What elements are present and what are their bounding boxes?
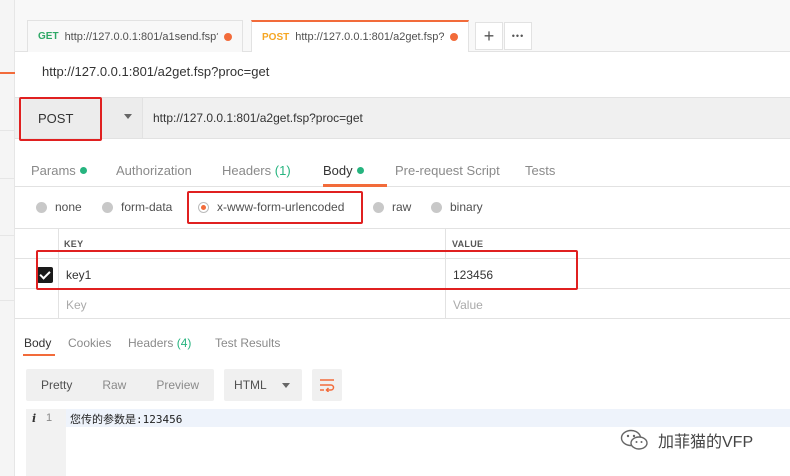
radio-none[interactable]: none bbox=[36, 200, 82, 214]
language-select-value: HTML bbox=[234, 378, 267, 392]
radio-label: raw bbox=[392, 200, 412, 214]
line-number: 1 bbox=[46, 412, 53, 424]
tab-headers-label: Headers bbox=[222, 163, 272, 178]
radio-label: form-data bbox=[121, 200, 173, 214]
wrap-lines-button[interactable] bbox=[312, 369, 343, 401]
tab-method: GET bbox=[38, 31, 59, 42]
table-row-new: Key Value bbox=[15, 289, 790, 319]
more-icon: ••• bbox=[511, 31, 525, 41]
sidebar-edge bbox=[0, 0, 15, 476]
resp-tab-body[interactable]: Body bbox=[24, 336, 51, 350]
format-group: Pretty Raw Preview bbox=[26, 369, 215, 401]
tab-body-label: Body bbox=[323, 163, 353, 178]
preview-button[interactable]: Preview bbox=[141, 369, 214, 401]
radio-selected-icon bbox=[198, 201, 209, 213]
row-enabled-checkbox[interactable] bbox=[37, 267, 53, 283]
chevron-down-icon bbox=[282, 383, 291, 388]
request-title: http://127.0.0.1:801/a2get.fsp?proc=get bbox=[42, 64, 270, 79]
tab-params[interactable]: Params bbox=[31, 163, 87, 178]
language-select[interactable]: HTML bbox=[224, 369, 303, 401]
radio-binary[interactable]: binary bbox=[431, 200, 483, 214]
table-row: key1 123456 bbox=[15, 259, 790, 289]
raw-button[interactable]: Raw bbox=[87, 369, 141, 401]
radio-label: none bbox=[55, 200, 82, 214]
resp-tab-test-results[interactable]: Test Results bbox=[215, 336, 280, 350]
tab-url: http://127.0.0.1:801/a2get.fsp?p bbox=[295, 31, 444, 43]
watermark-text: 加菲猫的VFP bbox=[658, 434, 754, 451]
radio-circle-icon bbox=[102, 201, 113, 213]
column-header-value: VALUE bbox=[452, 239, 484, 249]
body-type-options: none form-data x-www-form-urlencoded raw… bbox=[15, 196, 790, 222]
response-text: 您传的参数是:123456 bbox=[70, 413, 183, 426]
value-placeholder-input[interactable]: Value bbox=[453, 298, 483, 312]
radio-form-data[interactable]: form-data bbox=[102, 200, 172, 214]
sidebar-active-indicator bbox=[0, 72, 15, 74]
tab-headers[interactable]: Headers (1) bbox=[222, 163, 291, 178]
indicator-dot-icon bbox=[356, 167, 364, 174]
radio-circle-icon bbox=[373, 201, 384, 213]
active-tab-underline bbox=[323, 184, 387, 187]
chevron-down-icon bbox=[124, 114, 132, 119]
unsaved-dot-icon bbox=[450, 33, 458, 41]
response-tabs: Body Cookies Headers (4) Test Results bbox=[15, 330, 790, 356]
column-divider bbox=[445, 229, 446, 319]
response-toolbar: Pretty Raw Preview HTML bbox=[26, 369, 343, 401]
editor-gutter: i 1 bbox=[26, 409, 66, 476]
method-select-value: POST bbox=[38, 110, 74, 126]
tab-method: POST bbox=[262, 31, 290, 43]
sidebar-divider bbox=[0, 235, 15, 236]
resp-tab-headers-count: (4) bbox=[176, 336, 192, 350]
unsaved-dot-icon bbox=[224, 32, 232, 41]
request-tab-get[interactable]: GET http://127.0.0.1:801/a1send.fsp? bbox=[27, 20, 243, 52]
sidebar-divider bbox=[0, 178, 15, 179]
tab-tests[interactable]: Tests bbox=[525, 163, 555, 178]
info-icon: i bbox=[32, 412, 37, 425]
radio-circle-icon bbox=[431, 201, 442, 213]
wechat-icon bbox=[620, 429, 648, 450]
radio-label: x-www-form-urlencoded bbox=[217, 200, 345, 214]
tab-params-label: Params bbox=[31, 163, 76, 178]
resp-tab-headers[interactable]: Headers (4) bbox=[128, 336, 191, 350]
radio-raw[interactable]: raw bbox=[373, 200, 411, 214]
value-input[interactable]: 123456 bbox=[453, 268, 493, 282]
table-header: KEY VALUE bbox=[15, 229, 790, 259]
wrap-lines-icon bbox=[320, 379, 335, 392]
radio-label: binary bbox=[450, 200, 483, 214]
method-select[interactable]: POST bbox=[23, 98, 143, 138]
column-header-key: KEY bbox=[64, 239, 84, 249]
sidebar-divider bbox=[0, 300, 15, 301]
tab-prerequest-script[interactable]: Pre-request Script bbox=[395, 163, 500, 178]
radio-circle-icon bbox=[36, 201, 47, 213]
key-placeholder-input[interactable]: Key bbox=[66, 298, 87, 312]
key-input[interactable]: key1 bbox=[66, 268, 91, 282]
request-tab-bar: GET http://127.0.0.1:801/a1send.fsp? POS… bbox=[15, 0, 790, 52]
tab-authorization[interactable]: Authorization bbox=[116, 163, 192, 178]
active-tab-underline bbox=[23, 354, 55, 356]
tab-url: http://127.0.0.1:801/a1send.fsp? bbox=[64, 30, 218, 43]
request-tab-post[interactable]: POST http://127.0.0.1:801/a2get.fsp?p bbox=[251, 20, 469, 52]
url-input[interactable]: http://127.0.0.1:801/a2get.fsp?proc=get bbox=[153, 98, 363, 138]
tab-headers-count: (1) bbox=[274, 163, 291, 178]
plus-icon: + bbox=[483, 25, 495, 46]
new-tab-button[interactable]: + bbox=[475, 22, 503, 50]
sidebar-divider bbox=[0, 130, 15, 131]
request-tabs: Params Authorization Headers (1) Body Pr… bbox=[15, 155, 790, 187]
radio-x-www-form-urlencoded[interactable]: x-www-form-urlencoded bbox=[198, 200, 344, 214]
watermark: 加菲猫的VFP bbox=[620, 428, 753, 452]
body-params-table: KEY VALUE key1 123456 Key Value bbox=[15, 228, 790, 320]
pretty-button[interactable]: Pretty bbox=[26, 369, 87, 401]
resp-tab-cookies[interactable]: Cookies bbox=[68, 336, 111, 350]
tab-body[interactable]: Body bbox=[323, 163, 364, 178]
indicator-dot-icon bbox=[79, 167, 87, 174]
url-bar: POST http://127.0.0.1:801/a2get.fsp?proc… bbox=[15, 97, 790, 139]
tab-options-button[interactable]: ••• bbox=[504, 22, 532, 50]
column-divider bbox=[58, 229, 59, 319]
resp-tab-headers-label: Headers bbox=[128, 336, 174, 350]
